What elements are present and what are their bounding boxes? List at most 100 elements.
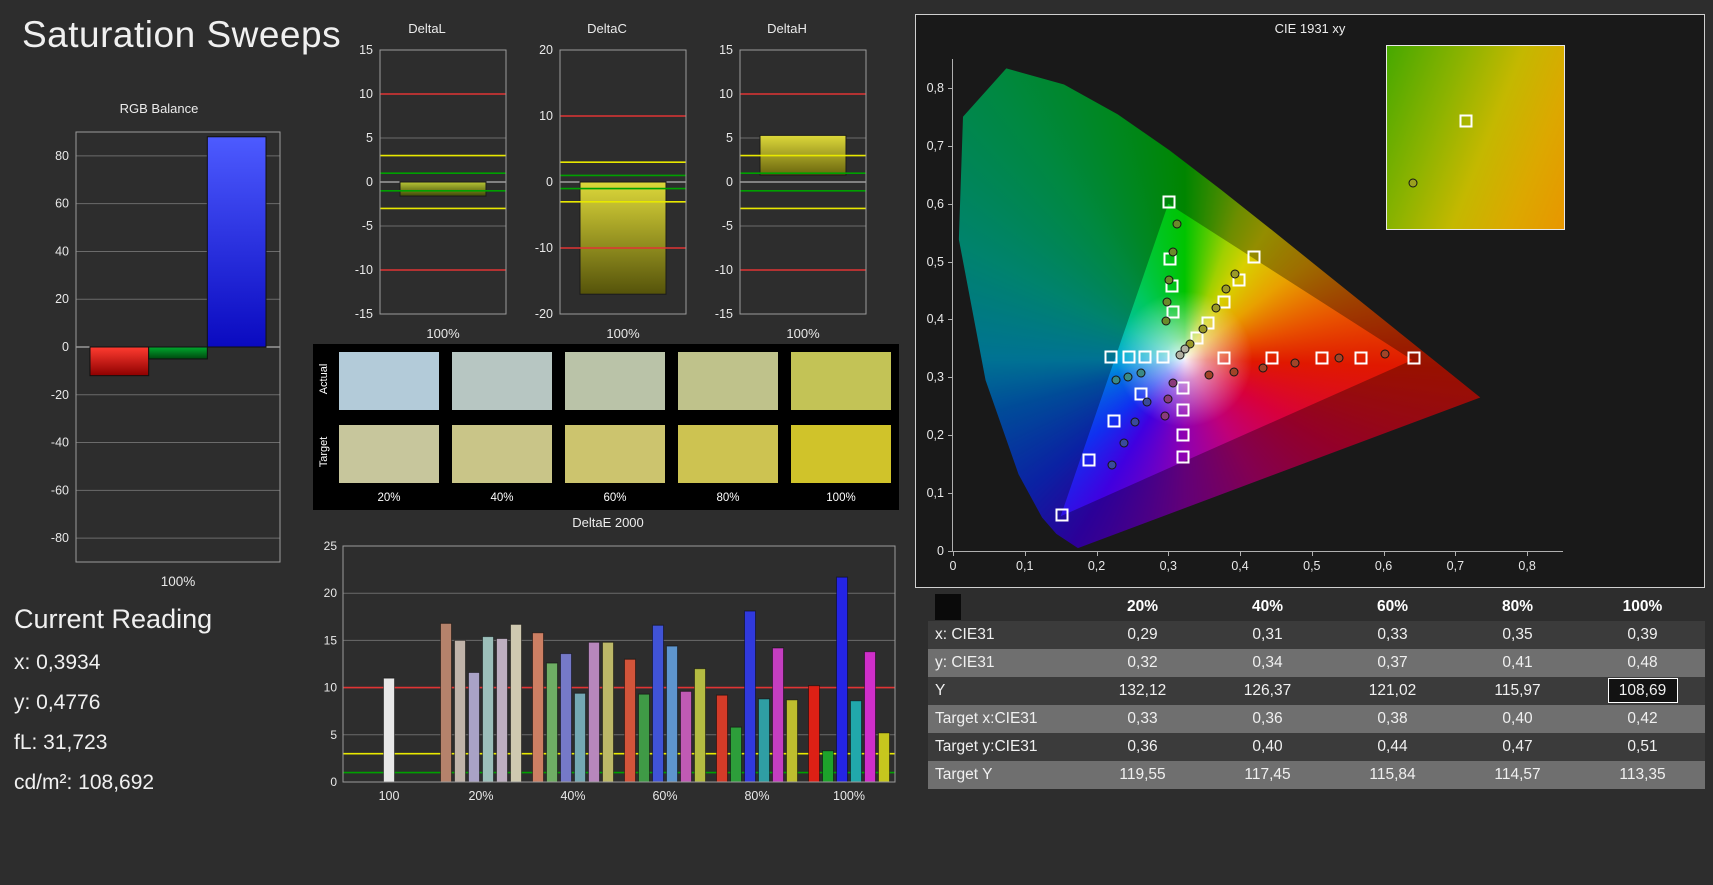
current-reading-heading: Current Reading	[14, 604, 213, 634]
table-row: Target y:CIE31 0,36 0,40 0,44 0,47 0,51	[928, 733, 1705, 761]
cie-target-marker	[1265, 351, 1279, 365]
cie-target-marker	[1104, 350, 1118, 364]
cie-measurement-marker	[1334, 353, 1344, 363]
table-cell: 0,36	[1252, 710, 1283, 727]
actual-swatch	[678, 352, 778, 410]
cie-x-tick-label: 0	[949, 559, 957, 573]
delta-e-title: DeltaE 2000	[572, 515, 644, 530]
table-cell: 119,55	[1119, 766, 1166, 783]
cie-y-tick-label: 0,4	[926, 312, 944, 327]
delta-h-title: DeltaH	[767, 21, 807, 36]
svg-text:-10: -10	[535, 241, 553, 255]
svg-text:100%: 100%	[833, 789, 865, 803]
actual-swatch	[565, 352, 665, 410]
cie-y-tick-label: 0,1	[926, 486, 944, 501]
target-swatch	[565, 425, 665, 483]
table-cell: 114,57	[1494, 766, 1541, 783]
table-row-label: y: CIE31	[935, 654, 995, 671]
svg-text:10: 10	[719, 87, 733, 101]
delta-e-chart: DeltaE 2000 0 5 10 15 20 25 100 20% 40% 60% 80% 100…	[313, 514, 903, 819]
cie-measurement-marker	[1380, 349, 1390, 359]
cie-x-tick-label: 0,3	[1159, 559, 1177, 573]
delta-e-plot: 0 5 10 15 20 25 100 20% 40% 60% 80% 100%	[313, 532, 903, 819]
table-row-label: Y	[935, 682, 946, 699]
table-cell: 121,02	[1368, 682, 1417, 699]
table-row-label: Target x:CIE31	[935, 710, 1038, 727]
table-corner	[935, 593, 961, 620]
table-cell: 0,31	[1252, 626, 1283, 643]
cie-target-marker	[1176, 428, 1190, 442]
table-cell: 0,37	[1377, 654, 1408, 671]
actual-swatch	[791, 352, 891, 410]
cie-x-tick-label: 0,5	[1303, 559, 1321, 573]
table-row-label: Target y:CIE31	[935, 738, 1038, 755]
table-cell: 0,35	[1502, 626, 1533, 643]
rgb-balance-chart: RGB Balance 80 60 40 20 0 -20 -40 -60 -80 100%	[28, 100, 290, 609]
cie-measurement-marker	[1172, 219, 1182, 229]
cie-measurement-marker	[1180, 344, 1190, 354]
delta-h-plot: 15 10 5 0 -5 -10 -15 100%	[698, 38, 876, 351]
inset-target-marker	[1459, 114, 1473, 128]
cie-x-tick-label: 0,7	[1446, 559, 1465, 573]
cie-measurement-marker	[1142, 397, 1152, 407]
cie-measurement-marker	[1162, 297, 1172, 306]
cie-target-marker	[1247, 250, 1261, 264]
delta-c-title: DeltaC	[587, 21, 627, 36]
table-cell: 0,36	[1127, 738, 1158, 755]
svg-text:0: 0	[366, 175, 373, 189]
table-header-cell: 100%	[1622, 598, 1663, 615]
svg-text:100%: 100%	[426, 326, 460, 341]
cie-x-tick-label: 0,4	[1231, 559, 1249, 573]
cie-target-marker	[1138, 350, 1152, 364]
svg-text:15: 15	[359, 43, 373, 57]
cie-measurement-marker	[1130, 417, 1140, 427]
inset-measurement-marker	[1408, 178, 1418, 188]
svg-text:15: 15	[324, 633, 338, 647]
table-cell: 132,12	[1118, 682, 1167, 699]
swatch-col-label: 20%	[377, 492, 401, 504]
selected-cell[interactable]: 108,69	[1607, 678, 1678, 703]
table-cell: 115,84	[1369, 766, 1416, 783]
table-cell: 117,45	[1244, 766, 1291, 783]
delta-c-plot: 20 10 0 -10 -20 100%	[518, 38, 696, 351]
swatch-col-label: 60%	[603, 492, 627, 504]
svg-text:100%: 100%	[786, 326, 820, 341]
svg-text:0: 0	[546, 175, 553, 189]
table-cell: 0,42	[1627, 710, 1658, 727]
cie-target-marker	[1176, 381, 1190, 395]
svg-text:20: 20	[324, 586, 338, 600]
cie-y-tick-label: 0,8	[926, 80, 944, 95]
svg-text:-40: -40	[51, 436, 69, 450]
cie-measurement-marker	[1211, 303, 1221, 313]
svg-text:20: 20	[539, 43, 553, 57]
cie-measurement-marker	[1111, 375, 1121, 385]
cie-measurement-marker	[1160, 411, 1170, 421]
target-swatch	[791, 425, 891, 483]
svg-text:40%: 40%	[560, 789, 585, 803]
cie-target-marker	[1122, 350, 1136, 364]
table-cell: 0,40	[1252, 738, 1283, 755]
svg-text:-10: -10	[715, 263, 733, 277]
svg-text:20: 20	[55, 292, 69, 306]
cie-target-marker	[1217, 351, 1231, 365]
cie-measurement-marker	[1168, 378, 1178, 388]
cie-target-marker	[1176, 403, 1190, 417]
table-row: y: CIE31 0,32 0,34 0,37 0,41 0,48	[928, 649, 1705, 677]
actual-swatch	[339, 352, 439, 410]
svg-text:-20: -20	[51, 388, 69, 402]
delta-l-title: DeltaL	[408, 21, 446, 36]
table-cell: 0,44	[1377, 738, 1408, 755]
table-cell: 0,40	[1502, 710, 1533, 727]
table-cell: 0,32	[1127, 654, 1158, 671]
delta-l-plot: 15 10 5 0 -5 -10 -15 100%	[338, 38, 516, 351]
svg-text:-60: -60	[51, 483, 69, 497]
swatch-col-label: 80%	[716, 492, 740, 504]
measurement-table: 20% 40% 60% 80% 100% x: CIE31 0,29 0,31 0,33 0,3…	[928, 593, 1705, 789]
svg-text:100%: 100%	[161, 574, 196, 589]
svg-text:25: 25	[324, 539, 338, 553]
svg-text:5: 5	[726, 131, 733, 145]
cie-measurement-marker	[1161, 316, 1171, 326]
table-row-label: Target Y	[935, 766, 993, 783]
actual-swatch	[452, 352, 552, 410]
swatch-grid: 20% 40% 60% 80% 100%	[339, 352, 891, 504]
